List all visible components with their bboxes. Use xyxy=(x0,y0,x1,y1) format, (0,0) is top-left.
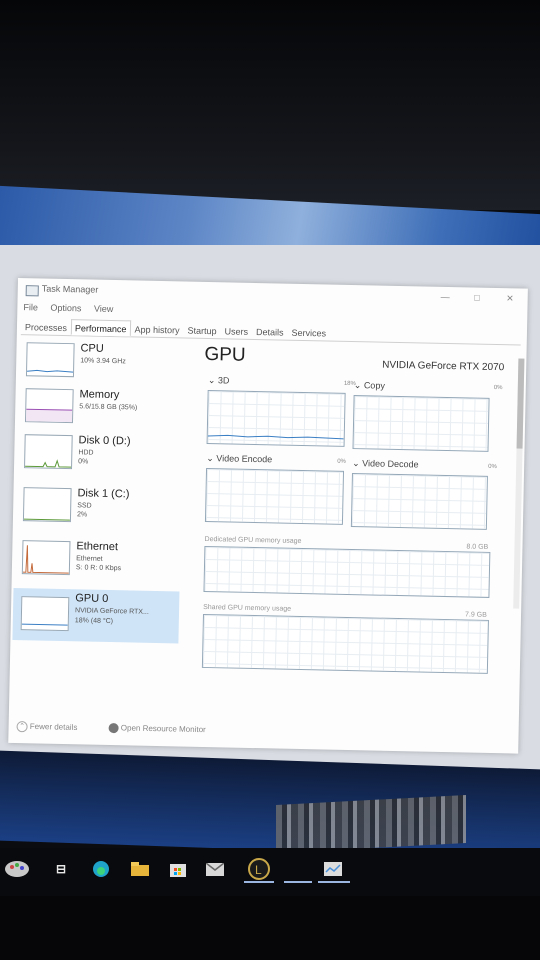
sidebar-item-detail: S: 0 R: 0 Kbps xyxy=(75,564,122,573)
mail-icon[interactable] xyxy=(205,858,225,880)
svg-text:L: L xyxy=(255,863,262,877)
engine-video-encode-label[interactable]: ⌄ Video Encode xyxy=(206,453,272,465)
start-icon[interactable] xyxy=(2,858,32,880)
active-app-indicator xyxy=(284,881,312,883)
tab-startup[interactable]: Startup xyxy=(183,321,220,338)
dedicated-memory-max: 8.0 GB xyxy=(466,543,489,551)
sidebar-item-label: GPU 0 xyxy=(75,592,109,605)
shared-memory-label: Shared GPU memory usage xyxy=(203,603,292,613)
gpu-model-name: NVIDIA GeForce RTX 2070 xyxy=(382,359,505,374)
engine-label-text: Video Decode xyxy=(362,458,419,470)
engine-video-decode-percent: 0% xyxy=(488,463,497,471)
sidebar-item-label: Disk 1 (C:) xyxy=(77,487,130,501)
sidebar-item-detail: 18% (48 °C) xyxy=(74,617,114,626)
resource-monitor-icon xyxy=(108,722,119,734)
performance-sidebar: CPU 10% 3.94 GHz Memory 5.6/15.8 GB (35%… xyxy=(10,338,187,661)
engine-copy-label[interactable]: ⌄ Copy xyxy=(354,380,385,392)
engine-copy-graph xyxy=(352,395,490,452)
sidebar-item-detail: HDD xyxy=(78,449,94,457)
tab-services[interactable]: Services xyxy=(287,324,330,341)
file-explorer-icon[interactable] xyxy=(130,858,150,880)
desktop-photo xyxy=(276,795,466,853)
open-resource-monitor-link[interactable]: Open Resource Monitor xyxy=(108,722,206,735)
gpu-detail-panel: GPU NVIDIA GeForce RTX 2070 ⌄ 3D 18% ⌄ C… xyxy=(188,342,515,689)
footer-bar: ⌃ Fewer details Open Resource Monitor xyxy=(8,716,518,749)
tab-users[interactable]: Users xyxy=(220,322,252,339)
sidebar-item-label: Memory xyxy=(79,388,120,402)
active-app-indicator xyxy=(318,881,350,883)
sidebar-item-disk1[interactable]: Disk 1 (C:) SSD 2% xyxy=(15,483,182,532)
engine-video-encode-percent: 0% xyxy=(337,458,346,465)
window-title: Task Manager xyxy=(41,283,99,295)
shared-memory-graph xyxy=(201,613,489,674)
shared-memory-max: 7.9 GB xyxy=(464,611,487,619)
task-manager-window: Task Manager — □ ✕ File Options View Pro… xyxy=(8,278,528,754)
disk1-thumbnail-graph xyxy=(22,487,72,523)
monitor-bezel-top xyxy=(0,0,540,210)
task-manager-icon xyxy=(25,285,39,297)
fewer-details-label: Fewer details xyxy=(29,721,78,732)
sidebar-item-detail: 0% xyxy=(78,458,89,466)
tab-app-history[interactable]: App history xyxy=(130,320,183,337)
sidebar-item-cpu[interactable]: CPU 10% 3.94 GHz xyxy=(18,338,185,387)
sidebar-item-detail: NVIDIA GeForce RTX... xyxy=(74,607,149,616)
sidebar-item-detail: 5.6/15.8 GB (35%) xyxy=(79,403,138,412)
engine-label-text: Video Encode xyxy=(216,453,273,465)
disk0-thumbnail-graph xyxy=(24,434,73,470)
engine-video-decode-label[interactable]: ⌄ Video Decode xyxy=(352,458,419,470)
menu-file[interactable]: File xyxy=(23,302,38,312)
store-icon[interactable] xyxy=(168,858,188,880)
sidebar-item-memory[interactable]: Memory 5.6/15.8 GB (35%) xyxy=(17,384,184,433)
dedicated-memory-label: Dedicated GPU memory usage xyxy=(204,535,302,545)
engine-3d-label[interactable]: ⌄ 3D xyxy=(208,375,230,386)
open-resource-monitor-label: Open Resource Monitor xyxy=(120,723,206,735)
engine-label-text: 3D xyxy=(217,375,230,386)
memory-thumbnail-graph xyxy=(24,388,74,424)
sidebar-item-label: Ethernet xyxy=(76,540,119,554)
sidebar-item-label: Disk 0 (D:) xyxy=(78,434,131,448)
sidebar-item-gpu0[interactable]: GPU 0 NVIDIA GeForce RTX... 18% (48 °C) xyxy=(12,587,180,644)
active-app-indicator xyxy=(244,881,274,883)
menu-options[interactable]: Options xyxy=(50,303,81,314)
sidebar-item-detail: Ethernet xyxy=(76,555,103,563)
engine-3d-graph xyxy=(206,389,346,447)
sidebar-item-detail: 2% xyxy=(76,511,88,519)
menu-view[interactable]: View xyxy=(94,304,114,314)
tab-processes[interactable]: Processes xyxy=(21,318,71,335)
scrollbar-thumb[interactable] xyxy=(516,358,525,449)
engine-video-encode-graph xyxy=(204,467,345,525)
minimize-button[interactable]: — xyxy=(441,292,450,302)
maximize-button[interactable]: □ xyxy=(474,293,480,303)
engine-copy-percent: 0% xyxy=(493,384,503,392)
engine-label-text: Copy xyxy=(363,380,385,391)
ethernet-thumbnail-graph xyxy=(21,540,71,576)
league-of-legends-icon[interactable]: L xyxy=(244,858,274,880)
gpu-thumbnail-graph xyxy=(20,596,70,632)
cpu-thumbnail-graph xyxy=(25,342,75,378)
sidebar-item-disk0[interactable]: Disk 0 (D:) HDD 0% xyxy=(16,430,183,479)
sidebar-item-ethernet[interactable]: Ethernet Ethernet S: 0 R: 0 Kbps xyxy=(14,536,181,585)
menu-bar: File Options View xyxy=(23,302,123,314)
dedicated-memory-graph xyxy=(203,545,491,598)
task-manager-icon[interactable] xyxy=(318,858,348,880)
monitor-bezel-bottom xyxy=(0,896,540,960)
fewer-details-button[interactable]: ⌃ Fewer details xyxy=(16,721,78,733)
app-icon[interactable] xyxy=(286,858,312,880)
sidebar-item-label: CPU xyxy=(80,342,104,355)
edge-icon[interactable] xyxy=(92,858,110,880)
tab-performance[interactable]: Performance xyxy=(70,319,131,337)
taskbar: ⊟ L xyxy=(0,848,540,896)
tab-details[interactable]: Details xyxy=(252,323,288,340)
sidebar-item-detail: 10% 3.94 GHz xyxy=(80,357,126,366)
task-view-icon[interactable]: ⊟ xyxy=(52,858,70,880)
chevron-up-icon: ⌃ xyxy=(16,721,28,733)
page-title: GPU xyxy=(204,343,246,366)
close-button[interactable]: ✕ xyxy=(506,293,514,304)
sidebar-item-detail: SSD xyxy=(77,502,92,510)
engine-video-decode-graph xyxy=(350,473,488,530)
